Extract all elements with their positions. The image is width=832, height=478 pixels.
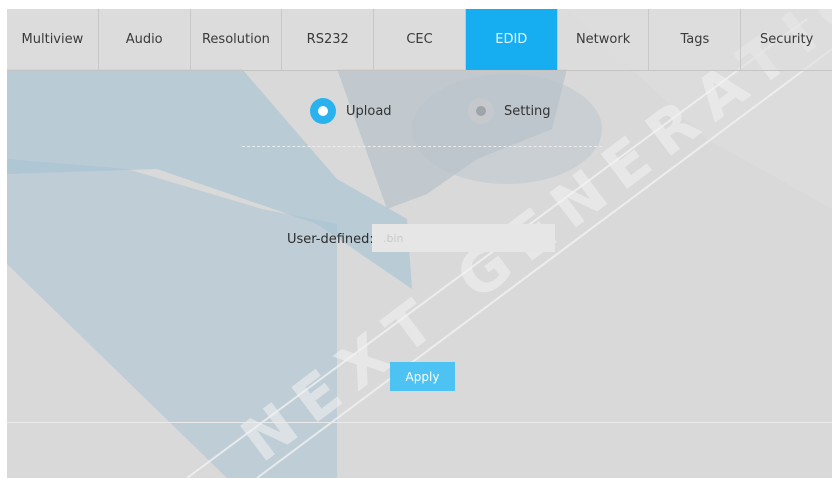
- tab-resolution[interactable]: Resolution: [191, 9, 283, 70]
- radio-unselected-icon: [468, 98, 494, 124]
- edid-file-input[interactable]: [372, 224, 555, 252]
- apply-button[interactable]: Apply: [390, 362, 455, 391]
- tab-bar: Multiview Audio Resolution RS232 CEC EDI…: [7, 9, 832, 71]
- tab-cec[interactable]: CEC: [374, 9, 466, 70]
- upload-radio-label: Upload: [346, 103, 392, 119]
- tab-security[interactable]: Security: [741, 9, 832, 70]
- edid-settings-panel: NEXT GENERATION TECH Multiview Audio Res…: [7, 9, 832, 478]
- footer-divider: [7, 422, 832, 423]
- setting-radio-label: Setting: [504, 103, 551, 119]
- tab-edid[interactable]: EDID: [465, 9, 558, 70]
- user-defined-label: User-defined:: [287, 232, 374, 247]
- setting-radio[interactable]: Setting: [468, 98, 551, 124]
- tab-rs232[interactable]: RS232: [282, 9, 375, 70]
- upload-radio[interactable]: Upload: [310, 98, 392, 124]
- radio-selected-icon: [310, 98, 336, 124]
- tab-tags[interactable]: Tags: [649, 9, 742, 70]
- section-divider: [242, 146, 602, 147]
- tab-audio[interactable]: Audio: [99, 9, 191, 70]
- tab-network[interactable]: Network: [558, 9, 650, 70]
- tab-multiview[interactable]: Multiview: [7, 9, 99, 70]
